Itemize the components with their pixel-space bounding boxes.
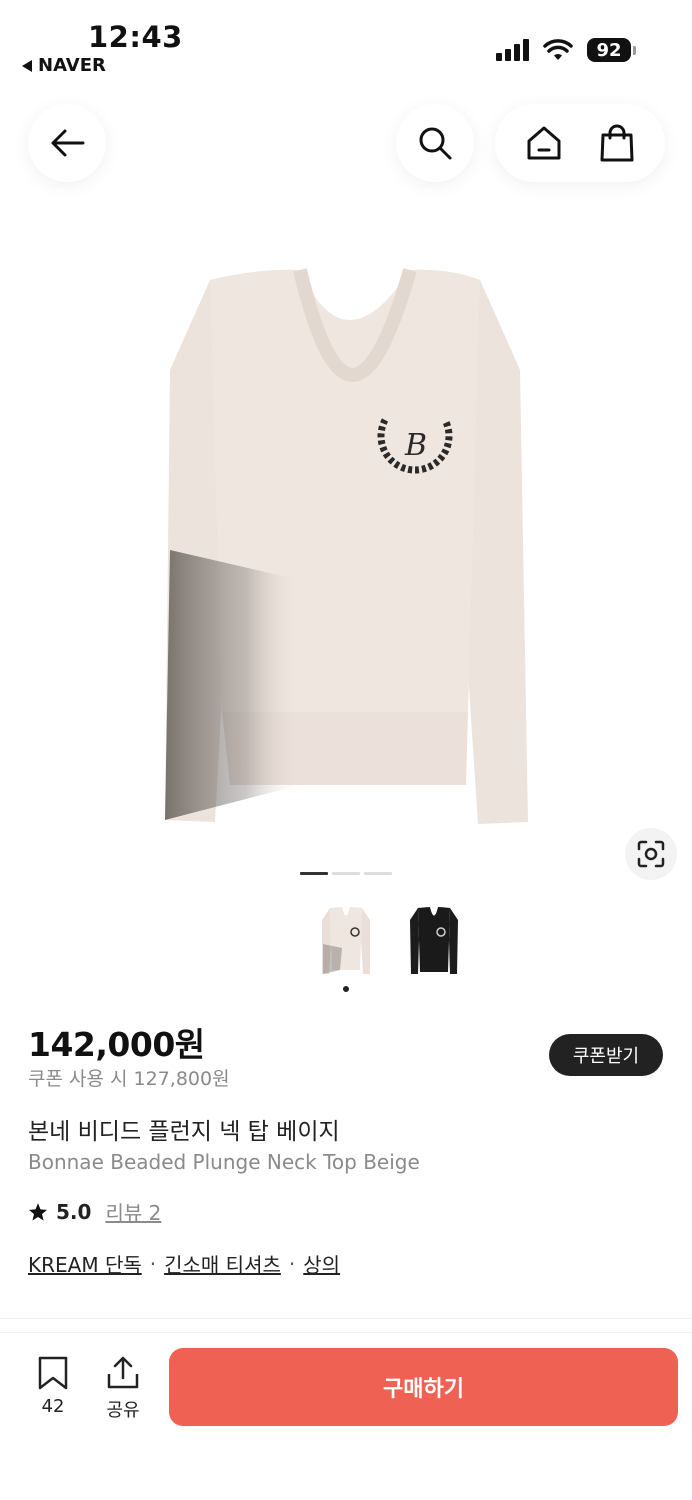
tag-separator: · <box>288 1251 296 1276</box>
home-button[interactable] <box>514 113 574 173</box>
page-indicator-2 <box>332 872 360 875</box>
bookmark-icon <box>38 1356 68 1390</box>
divider <box>0 1332 692 1333</box>
color-thumbnails <box>316 900 464 980</box>
black-top-thumbnail <box>410 907 458 974</box>
coupon-price: 쿠폰 사용 시 127,800원 <box>28 1068 230 1090</box>
tag-separator: · <box>149 1251 157 1276</box>
product-name-korean: 본네 비디드 플런지 넥 탑 베이지 <box>28 1119 340 1145</box>
share-label: 공유 <box>106 1400 140 1421</box>
thumbnail-black[interactable] <box>404 900 464 980</box>
wifi-icon <box>543 39 573 60</box>
bookmark-button[interactable]: 42 <box>30 1356 76 1417</box>
cart-button[interactable] <box>587 113 647 173</box>
page-indicator-3 <box>364 872 392 875</box>
product-image[interactable]: B <box>150 250 540 835</box>
shopping-bag-icon <box>600 124 633 162</box>
share-button[interactable]: 공유 <box>100 1356 146 1422</box>
gallery-page-indicator <box>300 872 392 875</box>
visual-search-button[interactable] <box>625 828 677 880</box>
home-icon <box>527 126 560 160</box>
header-actions <box>495 104 665 182</box>
rating-score: 5.0 <box>56 1199 92 1224</box>
visual-search-icon <box>637 840 665 868</box>
back-to-app-link[interactable]: NAVER <box>22 55 106 76</box>
divider <box>0 1318 692 1319</box>
tag-tops[interactable]: 상의 <box>303 1249 340 1278</box>
product-price: 142,000원 <box>28 1025 205 1064</box>
star-icon <box>29 1202 47 1220</box>
beige-top-thumbnail <box>322 907 370 974</box>
battery-icon: 92 <box>587 38 636 62</box>
get-coupon-button[interactable]: 쿠폰받기 <box>549 1034 663 1076</box>
bookmark-count: 42 <box>41 1396 65 1417</box>
tag-kream-exclusive[interactable]: KREAM 단독 <box>28 1249 142 1278</box>
buy-button[interactable]: 구매하기 <box>169 1348 678 1426</box>
thumbnail-beige[interactable] <box>316 900 376 980</box>
status-time: 12:43 <box>88 20 183 54</box>
signal-icon <box>496 39 529 61</box>
page-indicator-1 <box>300 872 328 875</box>
search-button[interactable] <box>396 104 474 182</box>
product-rating: 5.0 리뷰 2 <box>28 1197 161 1226</box>
product-name-english: Bonnae Beaded Plunge Neck Top Beige <box>28 1150 420 1174</box>
selected-thumbnail-dot <box>343 986 349 992</box>
share-icon <box>107 1356 139 1389</box>
back-app-label: NAVER <box>38 55 106 76</box>
review-link[interactable]: 리뷰 2 <box>105 1197 161 1226</box>
search-icon <box>419 127 452 160</box>
back-arrow-icon <box>51 129 85 157</box>
svg-text:B: B <box>404 428 427 463</box>
battery-level: 92 <box>587 38 631 62</box>
back-button[interactable] <box>28 104 106 182</box>
tag-long-sleeve-tshirt[interactable]: 긴소매 티셔츠 <box>164 1249 281 1278</box>
back-triangle-icon <box>22 59 32 72</box>
product-tags: KREAM 단독 · 긴소매 티셔츠 · 상의 <box>28 1249 340 1278</box>
